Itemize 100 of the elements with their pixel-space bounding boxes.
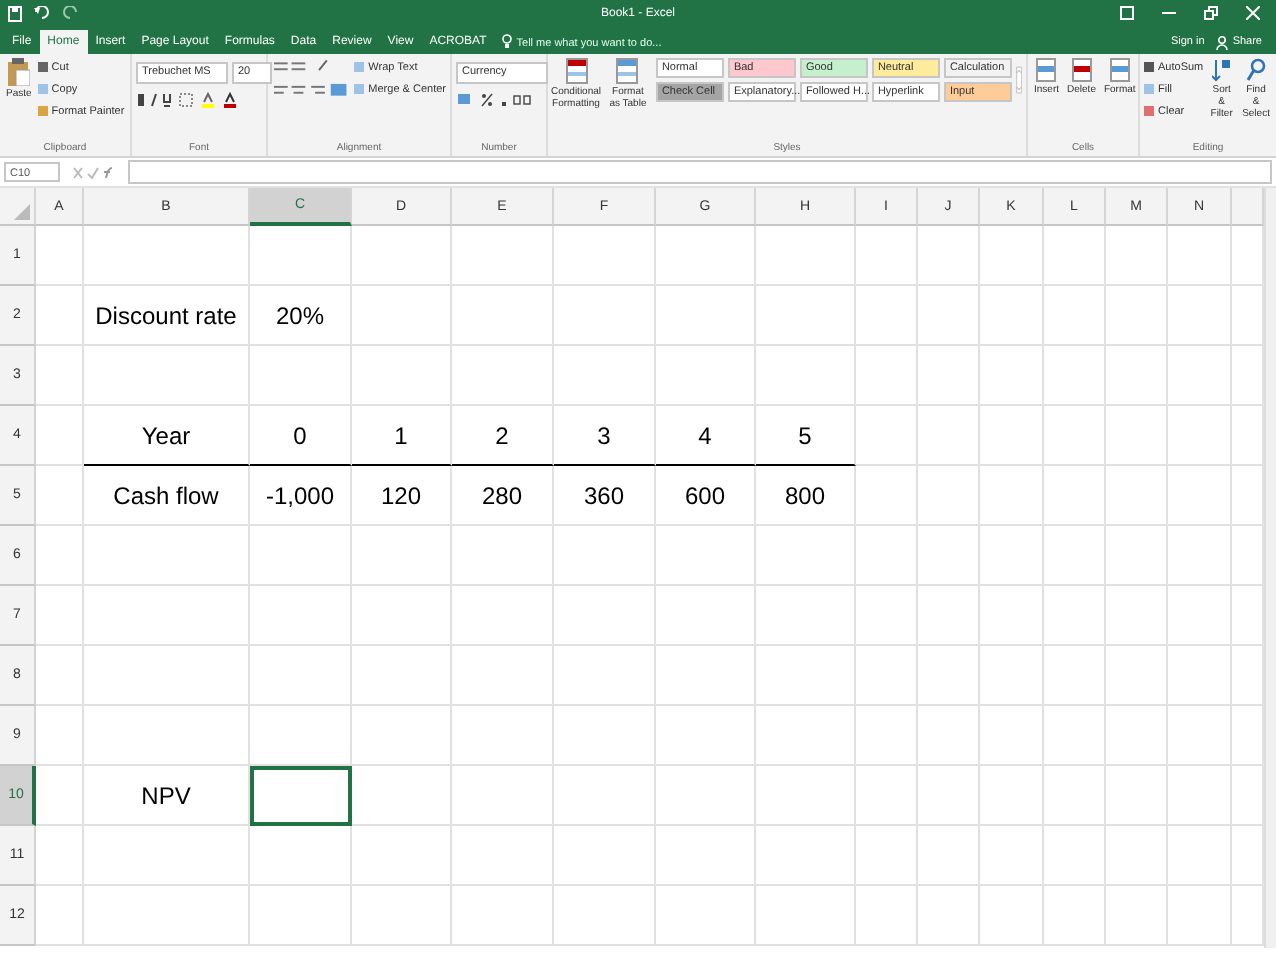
grid-cell[interactable] xyxy=(756,646,856,706)
grid-cell[interactable] xyxy=(980,586,1044,646)
grid-cell[interactable] xyxy=(250,646,352,706)
grid-cell[interactable] xyxy=(918,286,980,346)
grid-cell[interactable] xyxy=(1168,526,1232,586)
redo-icon[interactable] xyxy=(62,6,78,20)
grid-cell[interactable] xyxy=(756,286,856,346)
grid-cell[interactable] xyxy=(452,646,554,706)
grid-cell[interactable] xyxy=(856,886,918,946)
grid-cell[interactable] xyxy=(756,826,856,886)
grid-cell[interactable] xyxy=(84,586,250,646)
grid-cell[interactable] xyxy=(1168,346,1232,406)
grid-cell[interactable] xyxy=(250,706,352,766)
grid-cell[interactable] xyxy=(656,586,756,646)
grid-cell[interactable] xyxy=(452,226,554,286)
grid-cell[interactable] xyxy=(918,646,980,706)
grid-cell[interactable] xyxy=(856,706,918,766)
grid-cell[interactable] xyxy=(856,646,918,706)
grid-cell[interactable] xyxy=(980,466,1044,526)
close-icon[interactable] xyxy=(1246,6,1260,20)
grid-cell[interactable] xyxy=(656,526,756,586)
grid-cell[interactable] xyxy=(918,586,980,646)
grid-cell[interactable] xyxy=(756,526,856,586)
grid-cell[interactable] xyxy=(250,826,352,886)
grid-cell[interactable] xyxy=(1106,346,1168,406)
grid-cell[interactable] xyxy=(1044,286,1106,346)
grid-cell[interactable] xyxy=(452,766,554,826)
active-cell[interactable] xyxy=(250,766,352,826)
grid-cell[interactable] xyxy=(918,226,980,286)
grid-cell[interactable] xyxy=(1106,406,1168,466)
grid-cell[interactable] xyxy=(1168,886,1232,946)
grid-cell[interactable] xyxy=(36,646,84,706)
grid-cell[interactable] xyxy=(352,766,452,826)
grid-cell[interactable] xyxy=(1168,286,1232,346)
grid-cell[interactable] xyxy=(980,886,1044,946)
grid-cell[interactable] xyxy=(1106,286,1168,346)
restore-icon[interactable] xyxy=(1204,6,1218,20)
grid-cell[interactable] xyxy=(656,646,756,706)
grid-cell[interactable] xyxy=(250,526,352,586)
grid-cell[interactable] xyxy=(84,646,250,706)
grid-cell[interactable] xyxy=(980,346,1044,406)
grid-cell[interactable] xyxy=(856,586,918,646)
grid-cell[interactable] xyxy=(856,826,918,886)
grid-cell[interactable] xyxy=(980,226,1044,286)
grid-cell[interactable] xyxy=(36,586,84,646)
grid-cell[interactable] xyxy=(918,346,980,406)
grid-cell[interactable] xyxy=(352,286,452,346)
grid-cell[interactable] xyxy=(856,766,918,826)
grid-cell[interactable] xyxy=(656,886,756,946)
grid-cell[interactable] xyxy=(452,706,554,766)
grid-cell[interactable] xyxy=(756,766,856,826)
grid-cell[interactable] xyxy=(36,286,84,346)
grid-cell[interactable] xyxy=(1106,586,1168,646)
grid-cell[interactable] xyxy=(250,226,352,286)
formula-buttons-icon[interactable] xyxy=(72,165,116,179)
grid-cell[interactable] xyxy=(918,466,980,526)
grid-cell[interactable] xyxy=(352,886,452,946)
grid-cell[interactable] xyxy=(84,886,250,946)
grid-cell[interactable] xyxy=(554,286,656,346)
grid-cell[interactable] xyxy=(856,526,918,586)
grid-cell[interactable] xyxy=(656,226,756,286)
grid-cell[interactable] xyxy=(856,286,918,346)
align-icons[interactable] xyxy=(272,58,351,102)
grid-cell[interactable] xyxy=(1106,886,1168,946)
undo-icon[interactable] xyxy=(34,6,50,20)
grid-cell[interactable] xyxy=(1044,346,1106,406)
grid-cell[interactable] xyxy=(36,226,84,286)
grid-cell[interactable] xyxy=(1106,226,1168,286)
grid-cell[interactable] xyxy=(36,886,84,946)
grid-cell[interactable] xyxy=(36,346,84,406)
grid-cell[interactable] xyxy=(1044,466,1106,526)
grid-cell[interactable] xyxy=(1044,826,1106,886)
grid-cell[interactable] xyxy=(1044,406,1106,466)
grid-cell[interactable] xyxy=(756,226,856,286)
grid-cell[interactable] xyxy=(352,346,452,406)
grid-cell[interactable] xyxy=(1106,706,1168,766)
grid-cell[interactable] xyxy=(452,526,554,586)
grid-cell[interactable] xyxy=(554,346,656,406)
grid-cell[interactable] xyxy=(1044,766,1106,826)
grid-cell[interactable] xyxy=(250,586,352,646)
grid-cell[interactable] xyxy=(1044,646,1106,706)
grid-cell[interactable] xyxy=(1168,766,1232,826)
grid-cell[interactable] xyxy=(554,826,656,886)
grid-cell[interactable] xyxy=(1106,526,1168,586)
grid-cell[interactable] xyxy=(352,526,452,586)
grid-cell[interactable] xyxy=(980,706,1044,766)
grid-cell[interactable] xyxy=(352,646,452,706)
grid-cell[interactable] xyxy=(554,886,656,946)
grid-cell[interactable] xyxy=(36,406,84,466)
grid-cell[interactable] xyxy=(84,706,250,766)
grid-cell[interactable] xyxy=(1168,226,1232,286)
grid-cell[interactable] xyxy=(1168,466,1232,526)
vertical-scrollbar[interactable] xyxy=(1264,188,1276,948)
grid-cell[interactable] xyxy=(554,766,656,826)
grid-cell[interactable] xyxy=(656,706,756,766)
select-all-icon[interactable] xyxy=(14,204,30,220)
grid-cell[interactable] xyxy=(980,286,1044,346)
grid-cell[interactable] xyxy=(84,346,250,406)
grid-cell[interactable] xyxy=(980,646,1044,706)
formula-field[interactable] xyxy=(128,160,1272,184)
